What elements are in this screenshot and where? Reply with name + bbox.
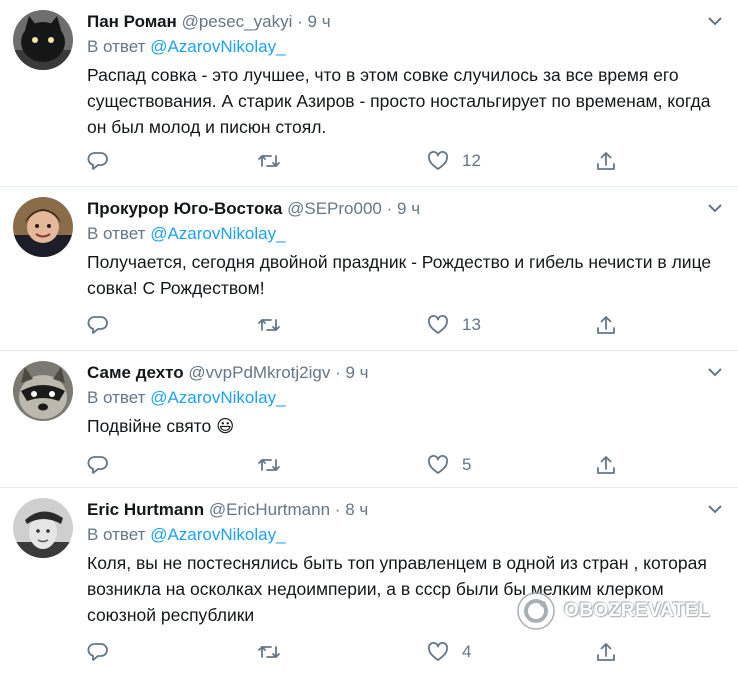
timestamp[interactable]: 9 ч [308,12,331,31]
share-icon [597,152,615,170]
share-icon [597,456,615,474]
portrait-avatar-icon [13,197,73,257]
avatar[interactable] [13,498,73,558]
like-button[interactable]: 4 [427,640,471,664]
share-button[interactable] [595,313,617,337]
raccoon-avatar-icon [13,361,73,421]
chevron-down-icon[interactable] [708,504,722,514]
reply-context: В ответ @AzarovNikolay_ [87,223,286,245]
retweet-button[interactable] [257,149,281,173]
action-bar: 13 [87,313,627,337]
author-handle[interactable]: @vvpPdMkrotj2igv [188,363,330,382]
timestamp[interactable]: 9 ч [397,199,420,218]
watermark-text: OBOZREVATEL [564,600,711,621]
author-handle[interactable]: @pesec_yakyi [182,12,293,31]
heart-icon [428,455,448,474]
retweet-icon [258,459,280,471]
like-count: 13 [462,315,481,334]
avatar[interactable] [13,10,73,70]
avatar[interactable] [13,361,73,421]
chevron-down-icon[interactable] [708,203,722,213]
reply-prefix: В ответ [87,37,146,56]
reply-context: В ответ @AzarovNikolay_ [87,36,286,58]
action-bar: 12 [87,149,627,173]
share-button[interactable] [595,149,617,173]
like-count: 5 [462,455,472,474]
author-name[interactable]: Eric Hurtmann [87,500,204,519]
tweet-text-content: Подвійне свято [87,416,212,436]
black-cat-avatar-icon [13,10,73,70]
timestamp[interactable]: 8 ч [345,500,368,519]
separator-dot: · [334,500,341,519]
grinning-face-emoji: 😃 [216,417,235,437]
reply-icon [87,456,108,474]
reply-icon [87,643,108,661]
like-button[interactable]: 13 [427,313,481,337]
like-button[interactable]: 12 [427,149,481,173]
reply-prefix: В ответ [87,224,146,243]
share-icon [597,316,615,334]
like-count: 12 [462,151,481,170]
tweet[interactable]: Eric Hurtmann @EricHurtmann · 8 ч В отве… [0,488,738,674]
author-name[interactable]: Саме дехто [87,363,184,382]
reply-button[interactable] [87,313,109,337]
action-bar: 5 [87,453,627,477]
tweet-text: Распад совка - это лучшее, что в этом со… [87,65,711,137]
heart-icon [428,151,448,170]
mention-link[interactable]: @AzarovNikolay_ [150,224,285,243]
watermark: OBOZREVATEL [516,591,710,631]
tweet[interactable]: Саме дехто @vvpPdMkrotj2igv · 9 ч В отве… [0,351,738,488]
obozrevatel-logo-icon [517,592,555,630]
mention-link[interactable]: @AzarovNikolay_ [150,388,285,407]
retweet-icon [258,319,280,331]
reply-icon [87,152,108,170]
retweet-button[interactable] [257,313,281,337]
author-handle[interactable]: @EricHurtmann [209,500,330,519]
chevron-down-icon[interactable] [708,16,722,26]
retweet-icon [258,646,280,658]
reply-icon [87,316,108,334]
bw-portrait-avatar-icon [13,498,73,558]
heart-icon [428,642,448,661]
reply-prefix: В ответ [87,388,146,407]
separator-dot: · [335,363,341,382]
author-name[interactable]: Прокурор Юго-Востока [87,199,282,218]
separator-dot: · [386,199,393,218]
tweet[interactable]: Прокурор Юго-Востока @SEPro000 · 9 ч В о… [0,187,738,351]
avatar[interactable] [13,197,73,257]
share-icon [597,643,615,661]
like-count: 4 [462,642,472,661]
heart-icon [428,315,448,334]
reply-button[interactable] [87,149,109,173]
timestamp[interactable]: 9 ч [346,363,369,382]
reply-context: В ответ @AzarovNikolay_ [87,387,286,409]
separator-dot: · [297,12,303,31]
mention-link[interactable]: @AzarovNikolay_ [150,525,285,544]
author-handle[interactable]: @SEPro000 [287,199,382,218]
reply-prefix: В ответ [87,525,146,544]
share-button[interactable] [595,640,617,664]
tweet-text: Подвійне свято 😃 [87,413,717,440]
reply-context: В ответ @AzarovNikolay_ [87,524,286,546]
reply-button[interactable] [87,640,109,664]
tweet-text: Получается, сегодня двойной праздник - Р… [87,252,712,298]
retweet-button[interactable] [257,453,281,477]
tweet[interactable]: Пан Роман @pesec_yakyi · 9 ч В ответ @Az… [0,0,738,187]
mention-link[interactable]: @AzarovNikolay_ [150,37,285,56]
retweet-icon [258,155,280,167]
author-name[interactable]: Пан Роман [87,12,177,31]
like-button[interactable]: 5 [427,453,471,477]
chevron-down-icon[interactable] [708,367,722,377]
action-bar: 4 [87,640,627,664]
retweet-button[interactable] [257,640,281,664]
reply-button[interactable] [87,453,109,477]
share-button[interactable] [595,453,617,477]
